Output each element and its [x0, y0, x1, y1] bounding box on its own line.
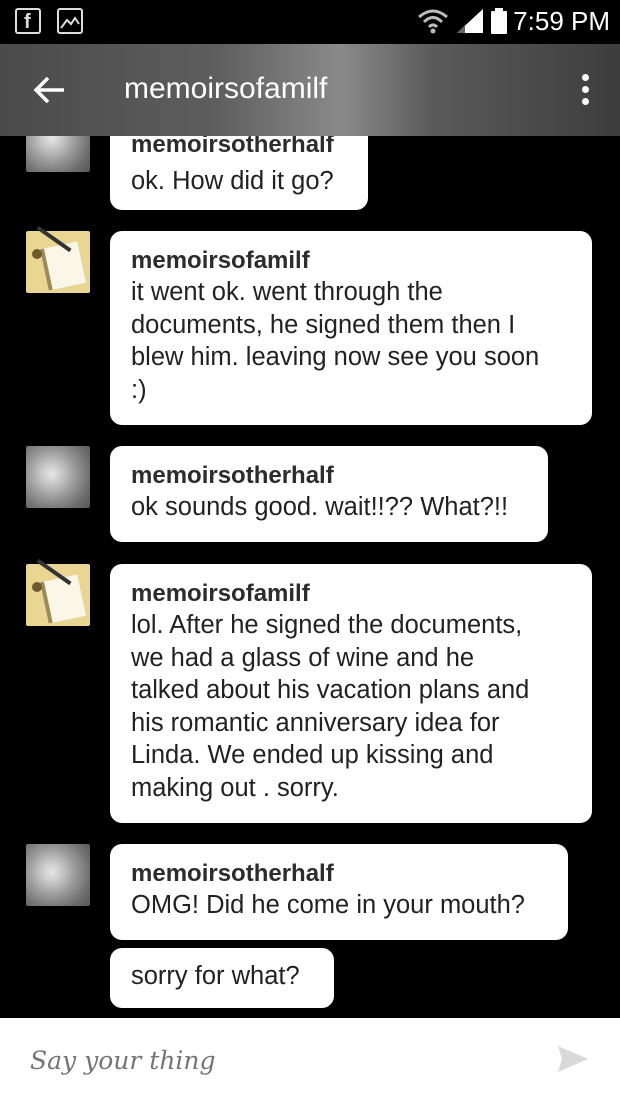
message-text-line: lol. After he signed the documents, — [131, 611, 523, 639]
message-bubble: sorry for what? — [110, 948, 334, 1008]
avatar[interactable] — [26, 136, 90, 172]
message-text: ok sounds good. wait!!?? What?!! — [131, 493, 509, 521]
message-text: ok. How did it go? — [131, 167, 334, 195]
wifi-icon — [418, 9, 449, 34]
status-time: 7:59 PM — [513, 5, 610, 36]
message-bubble: memoirsotherhalf OMG! Did he come in you… — [110, 844, 568, 940]
signal-icon — [457, 9, 484, 33]
message-bubble: memoirsofamilf lol. After he signed the … — [110, 564, 592, 823]
message-text-line: blew him. leaving now see you soon — [131, 343, 540, 371]
message-text: sorry for what? — [131, 962, 300, 990]
composer-bar — [0, 1018, 620, 1102]
more-vertical-icon[interactable] — [580, 74, 590, 108]
avatar[interactable] — [26, 225, 90, 293]
conversation-title: memoirsofamilf — [124, 72, 328, 105]
avatar[interactable] — [26, 558, 90, 626]
conversation-header: memoirsofamilf — [0, 44, 620, 136]
facebook-icon: f — [15, 8, 41, 34]
message-text: OMG! Did he come in your mouth? — [131, 891, 525, 919]
message-sender: memoirsotherhalf — [131, 860, 334, 887]
message-bubble: memoirsofamilf it went ok. went through … — [110, 231, 592, 425]
arrow-left-icon[interactable] — [30, 70, 70, 110]
avatar[interactable] — [26, 446, 90, 508]
message-sender: memoirsotherhalf — [131, 462, 334, 489]
avatar[interactable] — [26, 844, 90, 906]
message-sender: memoirsotherhalf — [131, 136, 334, 158]
message-list[interactable]: memoirsotherhalf ok. How did it go? memo… — [0, 136, 620, 1018]
message-text-line: :) — [131, 375, 147, 404]
message-sender: memoirsofamilf — [131, 580, 310, 607]
message-text-line: it went ok. went through the — [131, 278, 443, 306]
message-text-line: his romantic anniversary idea for — [131, 708, 500, 737]
battery-icon — [491, 8, 508, 34]
message-text-line: Linda. We ended up kissing and — [131, 741, 494, 769]
image-icon — [57, 8, 83, 34]
message-input[interactable] — [30, 1046, 530, 1075]
message-bubble: memoirsotherhalf ok. How did it go? — [110, 136, 368, 210]
send-icon[interactable] — [556, 1042, 590, 1076]
message-text-line: talked about his vacation plans and — [131, 676, 530, 704]
message-text-line: we had a glass of wine and he — [131, 643, 475, 672]
message-bubble: memoirsotherhalf ok sounds good. wait!!?… — [110, 446, 548, 542]
message-text-line: documents, he signed them then I — [131, 310, 516, 339]
status-bar: f 7:59 PM — [0, 0, 620, 44]
message-sender: memoirsofamilf — [131, 247, 310, 274]
message-text-line: making out . sorry. — [131, 773, 339, 802]
